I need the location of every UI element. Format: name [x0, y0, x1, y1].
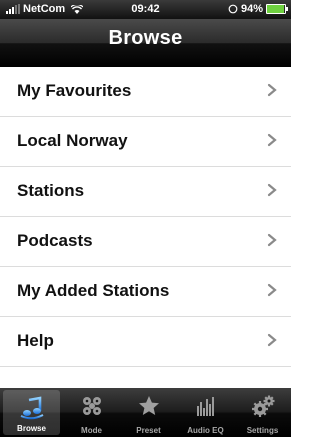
tab-label: Browse — [17, 424, 46, 433]
chevron-right-icon — [267, 283, 277, 297]
tab-settings[interactable]: Settings — [234, 388, 291, 437]
tab-mode[interactable]: Mode — [63, 388, 120, 437]
list-item-stations[interactable]: Stations — [0, 167, 291, 217]
chevron-right-icon — [267, 83, 277, 97]
equalizer-icon — [196, 397, 214, 416]
chevron-right-icon — [267, 333, 277, 347]
music-note-icon — [20, 396, 43, 420]
tab-browse[interactable]: Browse — [3, 390, 60, 435]
list-item-podcasts[interactable]: Podcasts — [0, 217, 291, 267]
tab-label: Settings — [246, 426, 279, 435]
list-item-help[interactable]: Help — [0, 317, 291, 367]
chevron-right-icon — [267, 183, 277, 197]
tab-label: Preset — [136, 426, 161, 435]
navigation-bar: Browse — [0, 19, 291, 67]
list-item-my-added-stations[interactable]: My Added Stations — [0, 267, 291, 317]
list-item-local-norway[interactable]: Local Norway — [0, 117, 291, 167]
battery-percentage: 94% — [240, 3, 263, 15]
chevron-right-icon — [267, 233, 277, 247]
status-bar: NetCom 09:42 94% — [0, 0, 291, 19]
list-item-label: My Favourites — [17, 81, 132, 100]
tab-label: Mode — [81, 426, 102, 435]
gear-cluster-icon — [82, 397, 101, 415]
list-item-my-favourites[interactable]: My Favourites — [0, 67, 291, 117]
list-item-label: Stations — [17, 181, 85, 200]
list-item-label: Local Norway — [17, 131, 128, 150]
battery-fill — [267, 5, 284, 13]
list-item-label: Podcasts — [17, 231, 93, 250]
settings-gears-icon — [251, 395, 274, 417]
browse-list: My Favourites Local Norway Stations Podc… — [0, 67, 291, 367]
page-title: Browse — [108, 27, 183, 49]
list-item-label: My Added Stations — [17, 281, 170, 300]
tab-preset[interactable]: Preset — [120, 388, 177, 437]
tab-audio-eq[interactable]: Audio EQ — [177, 388, 234, 437]
chevron-right-icon — [267, 133, 277, 147]
list-item-label: Help — [17, 331, 54, 350]
battery-icon — [266, 4, 288, 14]
star-icon — [138, 396, 159, 415]
tab-label: Audio EQ — [187, 426, 224, 435]
rotation-lock-icon — [228, 4, 238, 14]
tab-bar: Browse Mode Preset Audio EQ Settings — [0, 388, 291, 437]
status-right: 94% — [228, 3, 288, 15]
